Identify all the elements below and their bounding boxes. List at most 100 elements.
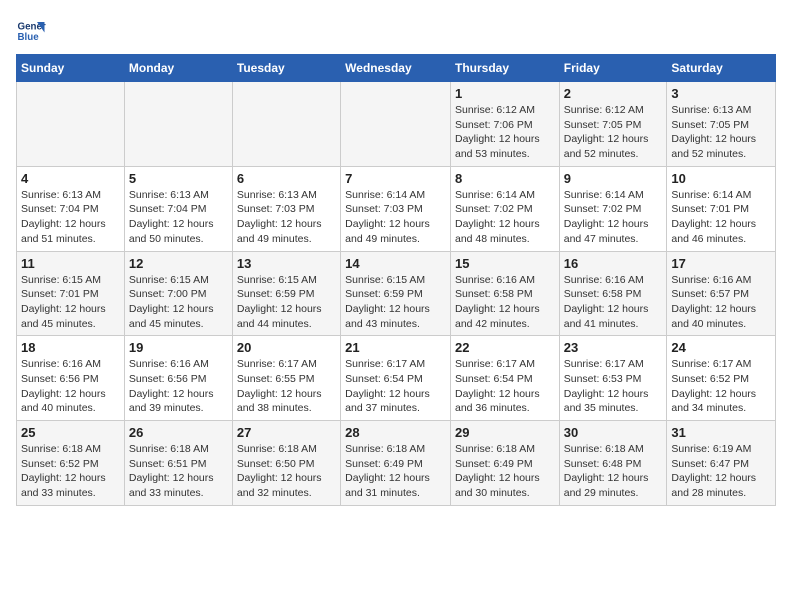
- day-header-thursday: Thursday: [450, 55, 559, 82]
- day-number: 5: [129, 171, 228, 186]
- calendar-cell: 16Sunrise: 6:16 AM Sunset: 6:58 PM Dayli…: [559, 251, 667, 336]
- day-info: Sunrise: 6:15 AM Sunset: 7:01 PM Dayligh…: [21, 273, 120, 332]
- day-info: Sunrise: 6:16 AM Sunset: 6:56 PM Dayligh…: [129, 357, 228, 416]
- day-info: Sunrise: 6:17 AM Sunset: 6:54 PM Dayligh…: [345, 357, 446, 416]
- day-info: Sunrise: 6:14 AM Sunset: 7:02 PM Dayligh…: [564, 188, 663, 247]
- day-info: Sunrise: 6:17 AM Sunset: 6:54 PM Dayligh…: [455, 357, 555, 416]
- day-number: 7: [345, 171, 446, 186]
- calendar-cell: 9 Sunrise: 6:14 AM Sunset: 7:02 PM Daylig…: [559, 166, 667, 251]
- day-number: 17: [671, 256, 771, 271]
- calendar-cell: 6Sunrise: 6:13 AM Sunset: 7:03 PM Daylig…: [232, 166, 340, 251]
- day-info: Sunrise: 6:17 AM Sunset: 6:52 PM Dayligh…: [671, 357, 771, 416]
- calendar-cell: 13 Sunrise: 6:15 AM Sunset: 6:59 PM Dayli…: [232, 251, 340, 336]
- calendar-cell: 2 Sunrise: 6:12 AM Sunset: 7:05 PM Daylig…: [559, 82, 667, 167]
- calendar-cell: 10 Sunrise: 6:14 AM Sunset: 7:01 PM Dayli…: [667, 166, 776, 251]
- day-info: Sunrise: 6:18 AM Sunset: 6:52 PM Dayligh…: [21, 442, 120, 501]
- day-number: 13: [237, 256, 336, 271]
- day-number: 14: [345, 256, 446, 271]
- calendar-cell: 20 Sunrise: 6:17 AM Sunset: 6:55 PM Dayli…: [232, 336, 340, 421]
- day-number: 9: [564, 171, 663, 186]
- calendar-cell: 21 Sunrise: 6:17 AM Sunset: 6:54 PM Dayli…: [341, 336, 451, 421]
- calendar-cell: [232, 82, 340, 167]
- logo: General Blue: [16, 16, 50, 46]
- day-number: 26: [129, 425, 228, 440]
- day-info: Sunrise: 6:16 AM Sunset: 6:57 PM Dayligh…: [671, 273, 771, 332]
- calendar-cell: 15 Sunrise: 6:16 AM Sunset: 6:58 PM Dayli…: [450, 251, 559, 336]
- calendar-cell: 1 Sunrise: 6:12 AM Sunset: 7:06 PM Daylig…: [450, 82, 559, 167]
- day-number: 10: [671, 171, 771, 186]
- day-number: 11: [21, 256, 120, 271]
- calendar-cell: 7 Sunrise: 6:14 AM Sunset: 7:03 PM Daylig…: [341, 166, 451, 251]
- day-number: 19: [129, 340, 228, 355]
- day-number: 18: [21, 340, 120, 355]
- calendar-table: SundayMondayTuesdayWednesdayThursdayFrid…: [16, 54, 776, 506]
- calendar-cell: 4Sunrise: 6:13 AM Sunset: 7:04 PM Daylig…: [17, 166, 125, 251]
- day-number: 20: [237, 340, 336, 355]
- day-info: Sunrise: 6:18 AM Sunset: 6:49 PM Dayligh…: [345, 442, 446, 501]
- calendar-cell: 24 Sunrise: 6:17 AM Sunset: 6:52 PM Dayli…: [667, 336, 776, 421]
- calendar-cell: 19 Sunrise: 6:16 AM Sunset: 6:56 PM Dayli…: [124, 336, 232, 421]
- day-info: Sunrise: 6:18 AM Sunset: 6:50 PM Dayligh…: [237, 442, 336, 501]
- day-number: 8: [455, 171, 555, 186]
- day-header-tuesday: Tuesday: [232, 55, 340, 82]
- day-header-sunday: Sunday: [17, 55, 125, 82]
- day-info: Sunrise: 6:13 AM Sunset: 7:04 PM Dayligh…: [129, 188, 228, 247]
- day-info: Sunrise: 6:14 AM Sunset: 7:01 PM Dayligh…: [671, 188, 771, 247]
- day-number: 4: [21, 171, 120, 186]
- day-info: Sunrise: 6:15 AM Sunset: 6:59 PM Dayligh…: [237, 273, 336, 332]
- day-info: Sunrise: 6:12 AM Sunset: 7:05 PM Dayligh…: [564, 103, 663, 162]
- day-info: Sunrise: 6:13 AM Sunset: 7:03 PM Dayligh…: [237, 188, 336, 247]
- day-number: 1: [455, 86, 555, 101]
- day-info: Sunrise: 6:19 AM Sunset: 6:47 PM Dayligh…: [671, 442, 771, 501]
- day-number: 3: [671, 86, 771, 101]
- calendar-cell: 27 Sunrise: 6:18 AM Sunset: 6:50 PM Dayli…: [232, 421, 340, 506]
- day-number: 21: [345, 340, 446, 355]
- calendar-cell: [124, 82, 232, 167]
- calendar-cell: 11 Sunrise: 6:15 AM Sunset: 7:01 PM Dayli…: [17, 251, 125, 336]
- calendar-cell: 29 Sunrise: 6:18 AM Sunset: 6:49 PM Dayli…: [450, 421, 559, 506]
- calendar-cell: 5 Sunrise: 6:13 AM Sunset: 7:04 PM Daylig…: [124, 166, 232, 251]
- day-info: Sunrise: 6:14 AM Sunset: 7:03 PM Dayligh…: [345, 188, 446, 247]
- day-info: Sunrise: 6:13 AM Sunset: 7:05 PM Dayligh…: [671, 103, 771, 162]
- day-number: 23: [564, 340, 663, 355]
- day-header-monday: Monday: [124, 55, 232, 82]
- calendar-cell: 8 Sunrise: 6:14 AM Sunset: 7:02 PM Daylig…: [450, 166, 559, 251]
- day-info: Sunrise: 6:18 AM Sunset: 6:51 PM Dayligh…: [129, 442, 228, 501]
- day-info: Sunrise: 6:15 AM Sunset: 6:59 PM Dayligh…: [345, 273, 446, 332]
- day-info: Sunrise: 6:12 AM Sunset: 7:06 PM Dayligh…: [455, 103, 555, 162]
- calendar-cell: [341, 82, 451, 167]
- day-number: 12: [129, 256, 228, 271]
- day-number: 22: [455, 340, 555, 355]
- calendar-cell: 30 Sunrise: 6:18 AM Sunset: 6:48 PM Dayli…: [559, 421, 667, 506]
- calendar-cell: 25Sunrise: 6:18 AM Sunset: 6:52 PM Dayli…: [17, 421, 125, 506]
- day-header-friday: Friday: [559, 55, 667, 82]
- calendar-cell: 17 Sunrise: 6:16 AM Sunset: 6:57 PM Dayli…: [667, 251, 776, 336]
- day-number: 15: [455, 256, 555, 271]
- day-number: 16: [564, 256, 663, 271]
- day-info: Sunrise: 6:15 AM Sunset: 7:00 PM Dayligh…: [129, 273, 228, 332]
- calendar-cell: 26 Sunrise: 6:18 AM Sunset: 6:51 PM Dayli…: [124, 421, 232, 506]
- calendar-cell: [17, 82, 125, 167]
- day-number: 2: [564, 86, 663, 101]
- calendar-cell: 31 Sunrise: 6:19 AM Sunset: 6:47 PM Dayli…: [667, 421, 776, 506]
- day-info: Sunrise: 6:17 AM Sunset: 6:53 PM Dayligh…: [564, 357, 663, 416]
- calendar-cell: 23 Sunrise: 6:17 AM Sunset: 6:53 PM Dayli…: [559, 336, 667, 421]
- calendar-cell: 12 Sunrise: 6:15 AM Sunset: 7:00 PM Dayli…: [124, 251, 232, 336]
- calendar-cell: 22 Sunrise: 6:17 AM Sunset: 6:54 PM Dayli…: [450, 336, 559, 421]
- day-number: 29: [455, 425, 555, 440]
- day-header-saturday: Saturday: [667, 55, 776, 82]
- day-info: Sunrise: 6:18 AM Sunset: 6:48 PM Dayligh…: [564, 442, 663, 501]
- day-number: 30: [564, 425, 663, 440]
- day-info: Sunrise: 6:14 AM Sunset: 7:02 PM Dayligh…: [455, 188, 555, 247]
- day-info: Sunrise: 6:18 AM Sunset: 6:49 PM Dayligh…: [455, 442, 555, 501]
- day-info: Sunrise: 6:17 AM Sunset: 6:55 PM Dayligh…: [237, 357, 336, 416]
- calendar-cell: 3 Sunrise: 6:13 AM Sunset: 7:05 PM Daylig…: [667, 82, 776, 167]
- day-number: 27: [237, 425, 336, 440]
- day-info: Sunrise: 6:16 AM Sunset: 6:56 PM Dayligh…: [21, 357, 120, 416]
- day-number: 24: [671, 340, 771, 355]
- day-info: Sunrise: 6:16 AM Sunset: 6:58 PM Dayligh…: [455, 273, 555, 332]
- calendar-cell: 18 Sunrise: 6:16 AM Sunset: 6:56 PM Dayli…: [17, 336, 125, 421]
- day-header-wednesday: Wednesday: [341, 55, 451, 82]
- header: General Blue: [16, 16, 776, 46]
- day-number: 31: [671, 425, 771, 440]
